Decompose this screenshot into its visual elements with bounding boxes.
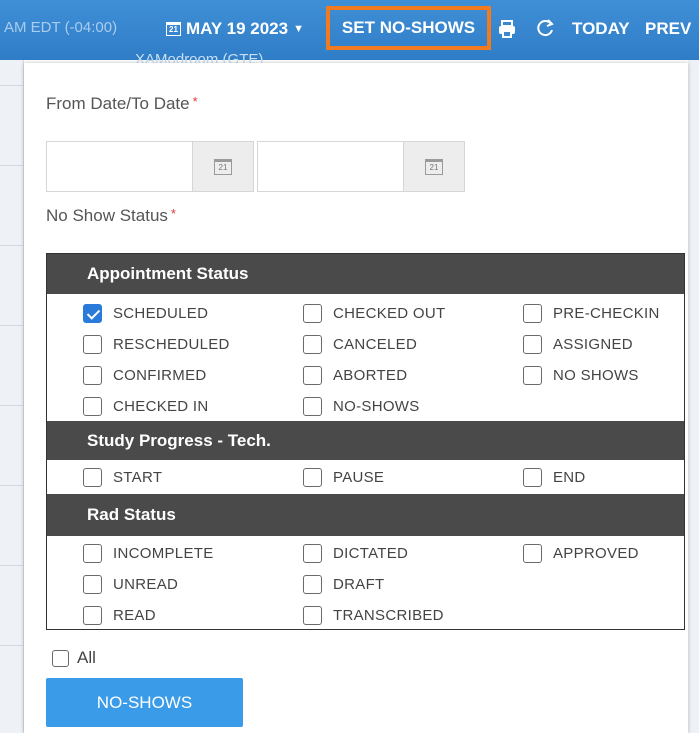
refresh-icon[interactable] xyxy=(536,18,556,38)
checkbox-unread[interactable]: UNREAD xyxy=(83,575,178,594)
checkbox-box[interactable] xyxy=(83,575,102,594)
no-show-status-label: No Show Status * xyxy=(46,206,176,225)
checkbox-draft[interactable]: DRAFT xyxy=(303,575,385,594)
current-date: MAY 19 2023 xyxy=(186,19,289,38)
checkbox-box[interactable] xyxy=(523,366,542,385)
from-date-input[interactable] xyxy=(47,142,192,191)
checkbox-read[interactable]: READ xyxy=(83,606,156,625)
checkbox-box[interactable] xyxy=(303,606,322,625)
checkbox-box[interactable] xyxy=(83,366,102,385)
checkbox-box[interactable] xyxy=(523,544,542,563)
checkbox-box[interactable] xyxy=(303,575,322,594)
rad-status-header: Rad Status xyxy=(47,494,684,536)
checkbox-box[interactable] xyxy=(303,544,322,563)
checkbox-incomplete[interactable]: INCOMPLETE xyxy=(83,544,214,563)
printer-icon[interactable] xyxy=(497,19,517,39)
status-checkbox-panel: Appointment Status SCHEDULED CHECKED OUT… xyxy=(46,253,685,630)
checkbox-no-shows[interactable]: NO-SHOWS xyxy=(303,397,420,416)
from-date-calendar-button[interactable]: 21 xyxy=(192,141,254,192)
checkbox-assigned[interactable]: ASSIGNED xyxy=(523,335,633,354)
calendar-toolbar: AM EDT (-04:00) 21 MAY 19 2023 ▼ SET NO-… xyxy=(0,0,699,68)
calendar-icon: 21 xyxy=(425,158,443,175)
to-date-input[interactable] xyxy=(258,142,403,191)
checkbox-approved[interactable]: APPROVED xyxy=(523,544,639,563)
study-progress-header: Study Progress - Tech. xyxy=(47,421,684,460)
checkbox-box[interactable] xyxy=(83,544,102,563)
checkbox-checked-in[interactable]: CHECKED IN xyxy=(83,397,209,416)
checkbox-box[interactable] xyxy=(523,468,542,487)
timezone-label: AM EDT (-04:00) xyxy=(4,19,118,36)
checkbox-pause[interactable]: PAUSE xyxy=(303,468,384,487)
checkbox-box[interactable] xyxy=(303,304,322,323)
appointment-status-header: Appointment Status xyxy=(47,254,684,294)
checkbox-transcribed[interactable]: TRANSCRIBED xyxy=(303,606,444,625)
checkbox-rescheduled[interactable]: RESCHEDULED xyxy=(83,335,230,354)
checkbox-box[interactable] xyxy=(83,606,102,625)
checkbox-box[interactable] xyxy=(303,366,322,385)
checkbox-box[interactable] xyxy=(52,649,69,667)
calendar-background-left xyxy=(0,60,24,733)
calendar-background-right xyxy=(688,60,699,733)
chevron-down-icon: ▼ xyxy=(293,23,304,35)
today-button[interactable]: TODAY xyxy=(572,19,630,39)
to-date-field[interactable] xyxy=(257,141,404,192)
checkbox-checked-out[interactable]: CHECKED OUT xyxy=(303,304,445,323)
checkbox-dictated[interactable]: DICTATED xyxy=(303,544,408,563)
checkbox-box[interactable] xyxy=(83,304,102,323)
checkbox-box[interactable] xyxy=(83,397,102,416)
checkbox-box[interactable] xyxy=(83,468,102,487)
checkbox-box[interactable] xyxy=(523,304,542,323)
checkbox-end[interactable]: END xyxy=(523,468,586,487)
prev-button[interactable]: PREV xyxy=(645,19,691,39)
to-date-calendar-button[interactable]: 21 xyxy=(403,141,465,192)
checkbox-pre-checkin[interactable]: PRE-CHECKIN xyxy=(523,304,660,323)
required-marker: * xyxy=(170,206,176,221)
date-picker-dropdown[interactable]: 21 MAY 19 2023 ▼ xyxy=(166,16,304,42)
from-to-date-label: From Date/To Date * xyxy=(46,94,198,113)
set-no-shows-dialog: From Date/To Date * 21 21 No Show Status *… xyxy=(24,63,688,733)
required-marker: * xyxy=(192,94,198,109)
checkbox-box[interactable] xyxy=(303,397,322,416)
checkbox-box[interactable] xyxy=(303,468,322,487)
checkbox-canceled[interactable]: CANCELED xyxy=(303,335,417,354)
checkbox-box[interactable] xyxy=(303,335,322,354)
calendar-icon: 21 xyxy=(166,22,181,36)
set-no-shows-button[interactable]: SET NO-SHOWS xyxy=(326,6,491,50)
checkbox-start[interactable]: START xyxy=(83,468,162,487)
checkbox-aborted[interactable]: ABORTED xyxy=(303,366,407,385)
calendar-icon: 21 xyxy=(214,158,232,175)
select-all-checkbox[interactable]: All xyxy=(52,648,96,668)
checkbox-box[interactable] xyxy=(83,335,102,354)
set-no-shows-label: SET NO-SHOWS xyxy=(341,18,476,37)
checkbox-scheduled[interactable]: SCHEDULED xyxy=(83,304,208,323)
checkbox-confirmed[interactable]: CONFIRMED xyxy=(83,366,207,385)
no-shows-submit-button[interactable]: NO-SHOWS xyxy=(46,678,243,727)
checkbox-box[interactable] xyxy=(523,335,542,354)
select-all-label: All xyxy=(77,648,96,667)
from-date-field[interactable] xyxy=(46,141,193,192)
checkbox-no-shows-status[interactable]: NO SHOWS xyxy=(523,366,639,385)
